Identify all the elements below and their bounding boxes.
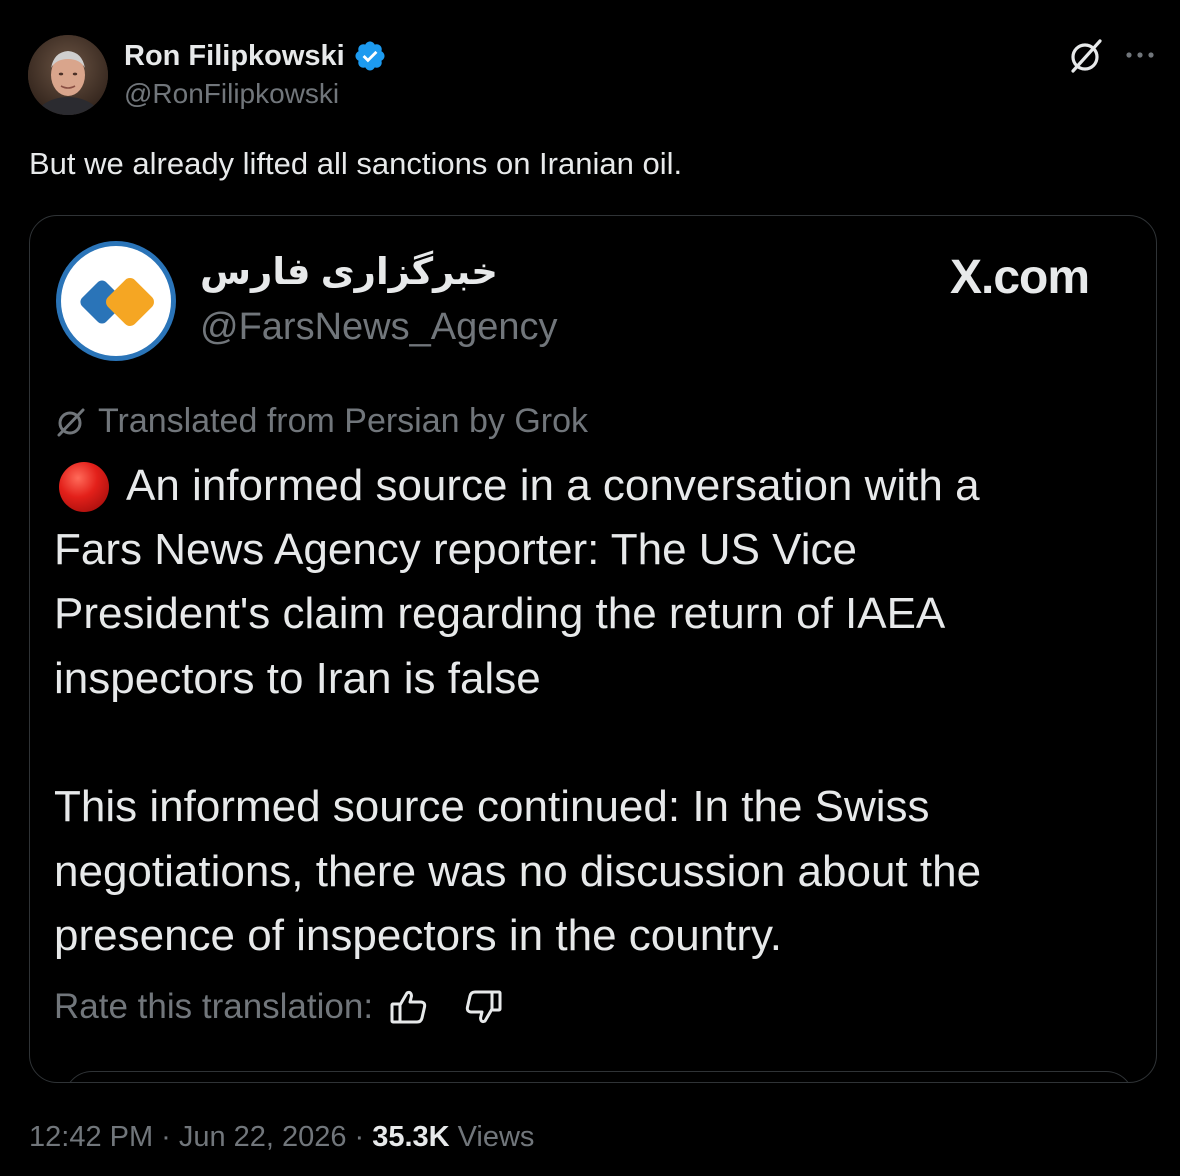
more-button[interactable] (1122, 40, 1158, 70)
tweet-time[interactable]: 12:42 PM (29, 1121, 153, 1154)
more-icon (1126, 52, 1154, 58)
translation-notice-text: Translated from Persian by Grok (98, 402, 589, 440)
views-count[interactable]: 35.3K (372, 1121, 449, 1154)
quoted-card-divider (64, 1071, 1134, 1082)
grok-button[interactable] (1066, 36, 1106, 76)
red-circle-icon (59, 462, 109, 512)
meta-separator: · (354, 1120, 365, 1153)
quote-body-line: negotiations, there was no discussion ab… (54, 847, 982, 896)
grok-icon (57, 408, 85, 436)
quote-body-line: This informed source continued: In the S… (54, 782, 930, 831)
quote-body-line: Fars News Agency reporter: The US Vice (54, 525, 857, 574)
author-name-row: Ron Filipkowski (124, 36, 387, 76)
x-com-label: X.com (950, 251, 1090, 304)
thumbs-up-icon (390, 990, 427, 1024)
quoted-author-handle[interactable]: @FarsNews_Agency (200, 306, 557, 349)
views-label: Views (457, 1120, 535, 1153)
rate-translation: Rate this translation: (54, 982, 535, 1032)
thumbs-up-button[interactable] (387, 985, 431, 1029)
fars-news-logo-icon (56, 241, 176, 361)
author-avatar[interactable] (28, 35, 108, 115)
tweet-date[interactable]: Jun 22, 2026 (179, 1121, 347, 1154)
quote-body-line: inspectors to Iran is false (54, 654, 541, 703)
thumbs-down-button[interactable] (461, 985, 505, 1029)
quote-body-line: President's claim regarding the return o… (54, 589, 946, 638)
verified-badge-icon (355, 41, 385, 71)
quote-body-line: presence of inspectors in the country. (54, 911, 783, 960)
rate-translation-label: Rate this translation: (54, 987, 374, 1026)
quoted-author-name[interactable]: خبرگزاری فارس (200, 250, 498, 293)
avatar-photo-icon (28, 35, 108, 115)
meta-separator: · (161, 1120, 171, 1153)
author-name[interactable]: Ron Filipkowski (124, 40, 345, 73)
red-circle-emoji (56, 459, 112, 515)
quote-body-line: An informed source in a conversation wit… (126, 461, 980, 510)
quoted-tweet-card[interactable]: خبرگزاری فارس @FarsNews_Agency X.com Tra… (29, 215, 1157, 1083)
tweet-text: But we already lifted all sanctions on I… (29, 146, 683, 181)
translation-notice: Translated from Persian by Grok (54, 402, 588, 441)
thumbs-down-icon (465, 990, 502, 1024)
author-handle[interactable]: @RonFilipkowski (124, 78, 339, 110)
tweet-meta: 12:42 PM · Jun 22, 2026 · 35.3K Views (29, 1117, 534, 1157)
fars-news-avatar[interactable] (54, 239, 178, 363)
grok-icon (1071, 39, 1102, 73)
